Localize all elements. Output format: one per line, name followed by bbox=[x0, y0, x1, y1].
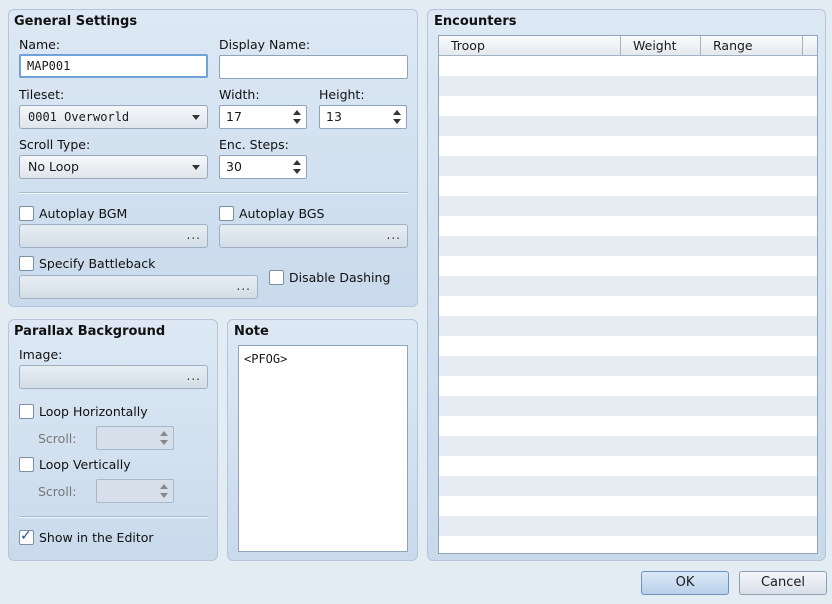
table-row[interactable] bbox=[439, 476, 817, 496]
show-in-editor-label[interactable]: Show in the Editor bbox=[39, 530, 154, 545]
table-row[interactable] bbox=[439, 96, 817, 116]
table-row[interactable] bbox=[439, 276, 817, 296]
height-label: Height: bbox=[319, 87, 365, 102]
table-row[interactable] bbox=[439, 236, 817, 256]
bgm-browse-button[interactable]: ... bbox=[19, 224, 208, 248]
battleback-browse-button[interactable]: ... bbox=[19, 275, 258, 299]
general-settings-panel: General Settings Name: MAP001 Display Na… bbox=[8, 9, 418, 307]
table-row[interactable] bbox=[439, 136, 817, 156]
height-value: 13 bbox=[326, 109, 342, 124]
ok-button[interactable]: OK bbox=[641, 571, 729, 595]
autoplay-bgm-checkbox[interactable] bbox=[19, 206, 34, 221]
table-row[interactable] bbox=[439, 336, 817, 356]
specify-battleback-label[interactable]: Specify Battleback bbox=[39, 256, 155, 271]
table-row[interactable] bbox=[439, 516, 817, 536]
table-row[interactable] bbox=[439, 256, 817, 276]
spinner-arrows-icon[interactable] bbox=[293, 159, 302, 175]
enc-steps-value: 30 bbox=[226, 159, 242, 174]
loop-vertically-label[interactable]: Loop Vertically bbox=[39, 457, 131, 472]
ellipsis-icon: ... bbox=[186, 369, 201, 383]
loop-horizontally-checkbox[interactable] bbox=[19, 404, 34, 419]
scroll-type-select[interactable]: No Loop bbox=[19, 155, 208, 179]
note-title: Note bbox=[234, 324, 269, 339]
tileset-label: Tileset: bbox=[19, 87, 65, 102]
width-value: 17 bbox=[226, 109, 242, 124]
table-row[interactable] bbox=[439, 56, 817, 76]
table-rows[interactable] bbox=[439, 56, 817, 553]
image-label: Image: bbox=[19, 347, 63, 362]
specify-battleback-checkbox[interactable] bbox=[19, 256, 34, 271]
width-label: Width: bbox=[219, 87, 260, 102]
disable-dashing-checkbox[interactable] bbox=[269, 270, 284, 285]
column-header-troop[interactable]: Troop bbox=[439, 36, 621, 55]
spinner-arrows-icon[interactable] bbox=[293, 109, 302, 125]
table-row[interactable] bbox=[439, 156, 817, 176]
loop-vertically-checkbox[interactable] bbox=[19, 457, 34, 472]
table-row[interactable] bbox=[439, 76, 817, 96]
encounters-panel: Encounters Troop Weight Range bbox=[427, 9, 826, 561]
spinner-arrows-icon[interactable] bbox=[160, 483, 169, 499]
parallax-image-browse-button[interactable]: ... bbox=[19, 365, 208, 389]
enc-steps-spinner[interactable]: 30 bbox=[219, 155, 307, 179]
table-row[interactable] bbox=[439, 356, 817, 376]
disable-dashing-label[interactable]: Disable Dashing bbox=[289, 270, 390, 285]
name-label: Name: bbox=[19, 37, 61, 52]
chevron-down-icon bbox=[192, 165, 200, 170]
scroll-type-value: No Loop bbox=[28, 159, 79, 174]
table-row[interactable] bbox=[439, 316, 817, 336]
note-panel: Note <PFOG> bbox=[227, 319, 418, 561]
tileset-select[interactable]: 0001 Overworld bbox=[19, 105, 208, 129]
table-row[interactable] bbox=[439, 376, 817, 396]
v-scroll-spinner[interactable] bbox=[96, 479, 174, 503]
ellipsis-icon: ... bbox=[236, 279, 251, 293]
general-settings-title: General Settings bbox=[14, 14, 138, 29]
table-row[interactable] bbox=[439, 416, 817, 436]
table-row[interactable] bbox=[439, 196, 817, 216]
h-scroll-label: Scroll: bbox=[38, 431, 77, 446]
table-row[interactable] bbox=[439, 456, 817, 476]
column-header-weight[interactable]: Weight bbox=[621, 36, 701, 55]
table-row[interactable] bbox=[439, 216, 817, 236]
note-textarea[interactable]: <PFOG> bbox=[238, 345, 408, 552]
enc-steps-label: Enc. Steps: bbox=[219, 137, 289, 152]
table-row[interactable] bbox=[439, 176, 817, 196]
height-spinner[interactable]: 13 bbox=[319, 105, 407, 129]
table-row[interactable] bbox=[439, 436, 817, 456]
spinner-arrows-icon[interactable] bbox=[393, 109, 402, 125]
table-row[interactable] bbox=[439, 396, 817, 416]
separator bbox=[19, 192, 408, 194]
display-name-label: Display Name: bbox=[219, 37, 311, 52]
encounters-table[interactable]: Troop Weight Range bbox=[438, 35, 818, 554]
h-scroll-spinner[interactable] bbox=[96, 426, 174, 450]
bgs-browse-button[interactable]: ... bbox=[219, 224, 408, 248]
ellipsis-icon: ... bbox=[186, 228, 201, 242]
loop-horizontally-label[interactable]: Loop Horizontally bbox=[39, 404, 148, 419]
show-in-editor-checkbox[interactable]: ✓ bbox=[19, 528, 34, 545]
table-row[interactable] bbox=[439, 116, 817, 136]
autoplay-bgs-label[interactable]: Autoplay BGS bbox=[239, 206, 324, 221]
ellipsis-icon: ... bbox=[386, 228, 401, 242]
spinner-arrows-icon[interactable] bbox=[160, 430, 169, 446]
checkmark-icon: ✓ bbox=[20, 528, 32, 544]
parallax-panel: Parallax Background Image: ... Loop Hori… bbox=[8, 319, 218, 561]
autoplay-bgs-checkbox[interactable] bbox=[219, 206, 234, 221]
display-name-input[interactable] bbox=[219, 55, 408, 79]
name-input[interactable]: MAP001 bbox=[19, 54, 208, 78]
v-scroll-label: Scroll: bbox=[38, 484, 77, 499]
scroll-type-label: Scroll Type: bbox=[19, 137, 91, 152]
separator bbox=[19, 516, 208, 518]
encounters-title: Encounters bbox=[434, 14, 517, 29]
width-spinner[interactable]: 17 bbox=[219, 105, 307, 129]
table-row[interactable] bbox=[439, 536, 817, 553]
cancel-button[interactable]: Cancel bbox=[739, 571, 827, 595]
autoplay-bgm-label[interactable]: Autoplay BGM bbox=[39, 206, 127, 221]
table-row[interactable] bbox=[439, 496, 817, 516]
table-row[interactable] bbox=[439, 296, 817, 316]
tileset-value: 0001 Overworld bbox=[28, 110, 130, 124]
parallax-title: Parallax Background bbox=[14, 324, 166, 339]
table-header: Troop Weight Range bbox=[439, 36, 817, 56]
chevron-down-icon bbox=[192, 115, 200, 120]
column-header-range[interactable]: Range bbox=[701, 36, 803, 55]
